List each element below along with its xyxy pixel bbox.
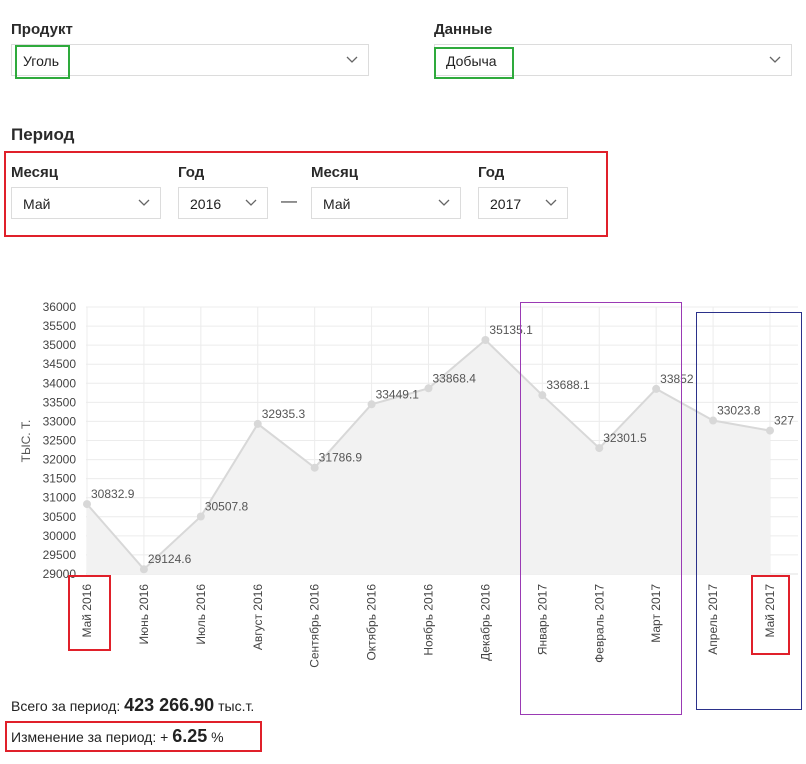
data-point (310, 463, 319, 472)
data-point (481, 335, 490, 344)
data-label: 30507.8 (205, 499, 249, 513)
y-tick-label: 33500 (43, 395, 77, 409)
y-tick-label: 36000 (43, 300, 77, 314)
y-axis-label: ТЫС. Т. (19, 420, 33, 463)
total-summary: Всего за период: 423 266.90 тыс.т. (11, 695, 254, 716)
highlight-data (434, 47, 514, 79)
highlight-q1-2017 (520, 302, 682, 715)
y-tick-label: 30500 (43, 510, 77, 524)
y-tick-label: 30000 (43, 529, 77, 543)
y-tick-label: 29500 (43, 548, 77, 562)
data-point (367, 400, 376, 409)
data-label: 33449.1 (376, 387, 420, 401)
y-tick-label: 34500 (43, 357, 77, 371)
data-label: 32935.3 (262, 407, 306, 421)
chevron-down-icon (769, 56, 781, 63)
y-tick-label: 31500 (43, 472, 77, 486)
y-tick-label: 35000 (43, 338, 77, 352)
x-tick-label: Июнь 2016 (137, 584, 151, 645)
highlight-end-month (751, 575, 790, 655)
highlight-product (15, 45, 70, 79)
data-label: 29124.6 (148, 552, 192, 566)
y-tick-label: 33000 (43, 414, 77, 428)
data-point (139, 565, 148, 574)
x-tick-label: Август 2016 (251, 584, 265, 650)
x-tick-label: Октябрь 2016 (365, 584, 379, 661)
highlight-period (4, 151, 608, 237)
production-chart: 2900029500300003050031000315003200032500… (19, 300, 798, 668)
data-label: 30832.9 (91, 487, 135, 501)
data-label: Данные (434, 21, 493, 38)
x-tick-label: Декабрь 2016 (478, 584, 492, 661)
x-tick-label: Ноябрь 2016 (422, 584, 436, 656)
highlight-change (5, 721, 262, 752)
data-point (253, 419, 262, 428)
x-tick-label: Июль 2016 (194, 584, 208, 645)
data-point (424, 384, 433, 393)
y-tick-label: 32000 (43, 453, 77, 467)
y-tick-label: 34000 (43, 376, 77, 390)
total-unit: тыс.т. (218, 698, 255, 714)
total-value: 423 266.90 (124, 695, 215, 715)
period-heading: Период (11, 125, 75, 144)
y-tick-label: 32500 (43, 434, 77, 448)
highlight-start-month (68, 575, 111, 651)
data-label: 33868.4 (433, 371, 477, 385)
y-tick-label: 35500 (43, 319, 77, 333)
product-label: Продукт (11, 21, 73, 38)
x-tick-label: Сентябрь 2016 (308, 584, 322, 668)
y-axis-ticks: 2900029500300003050031000315003200032500… (43, 300, 77, 581)
data-label: 31786.9 (319, 451, 363, 465)
data-point (83, 500, 91, 509)
data-point (196, 512, 205, 521)
total-label: Всего за период: (11, 698, 121, 714)
y-tick-label: 31000 (43, 491, 77, 505)
chevron-down-icon (346, 56, 358, 63)
